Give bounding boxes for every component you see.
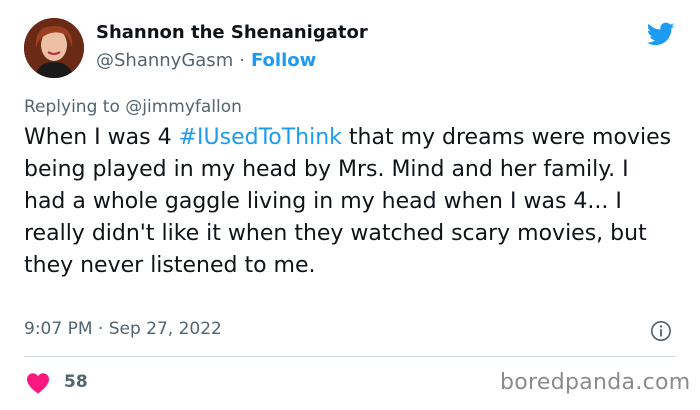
watermark: boredpanda.com	[500, 370, 691, 395]
handle-row: @ShannyGasm · Follow	[96, 50, 316, 71]
tweet-time: 9:07 PM	[24, 319, 93, 339]
timestamp-separator: ·	[97, 319, 104, 339]
like-count[interactable]: 58	[64, 372, 88, 392]
reply-context: Replying to @jimmyfallon	[24, 97, 242, 117]
user-handle[interactable]: @ShannyGasm	[96, 50, 233, 71]
heart-icon[interactable]	[26, 372, 50, 394]
tweet-date: Sep 27, 2022	[108, 319, 222, 339]
twitter-bird-icon[interactable]	[644, 20, 678, 48]
avatar-image	[24, 18, 84, 78]
avatar[interactable]	[24, 18, 84, 78]
reply-mention[interactable]: @jimmyfallon	[125, 97, 242, 117]
separator-dot: ·	[239, 50, 245, 71]
hashtag-link[interactable]: #IUsedToThink	[179, 125, 342, 150]
reply-prefix: Replying to	[24, 97, 120, 117]
tweet-text: When I was 4 #IUsedToThink that my dream…	[24, 122, 674, 282]
tweet-text-start: When I was 4	[24, 125, 179, 150]
info-icon[interactable]	[650, 320, 672, 342]
display-name[interactable]: Shannon the Shenanigator	[96, 22, 368, 43]
tweet-timestamp[interactable]: 9:07 PM · Sep 27, 2022	[24, 319, 222, 339]
follow-button[interactable]: Follow	[251, 50, 316, 71]
divider	[24, 356, 676, 357]
